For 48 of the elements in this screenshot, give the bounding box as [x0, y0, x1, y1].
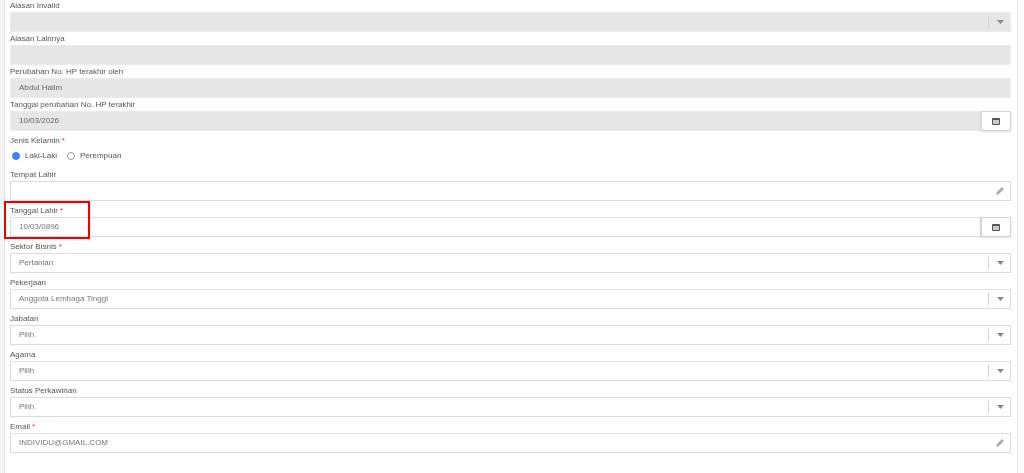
calendar-button[interactable] [981, 111, 1011, 131]
dropdown-trigger[interactable] [988, 329, 1006, 341]
select-field[interactable]: Anggota Lembaga Tinggi [10, 289, 1011, 309]
caret-icon [997, 333, 1004, 337]
caret-icon [997, 297, 1004, 301]
field-label: Tempat Lahir [10, 170, 57, 180]
dropdown-trigger[interactable] [988, 257, 1006, 269]
input-field[interactable] [10, 181, 1011, 201]
input-field: Abdul Halim [10, 78, 1011, 98]
field-label: Agama [10, 350, 36, 360]
date-field: 10/03/2026 [10, 111, 981, 131]
field-label: Pekerjaan [10, 278, 47, 288]
caret-icon [997, 20, 1004, 24]
radio-button[interactable] [67, 152, 75, 160]
caret-icon [997, 369, 1004, 373]
calendar-button[interactable] [981, 217, 1011, 237]
field-label: Status Perkawinan [10, 386, 77, 396]
field-label: Jenis Kelamin [10, 136, 60, 146]
select-field[interactable]: Pilih [10, 361, 1011, 381]
required-mark: * [61, 136, 65, 146]
radio-label: Laki-Laki [25, 150, 57, 162]
required-mark: * [60, 206, 64, 216]
field-label: Perubahan No. HP terakhir oleh [10, 67, 124, 77]
dropdown-trigger[interactable] [988, 293, 1006, 305]
radio-button[interactable] [12, 152, 20, 160]
dropdown-trigger[interactable] [988, 365, 1006, 377]
field-label: Alasan Lainnya [10, 34, 65, 44]
pencil-icon [996, 187, 1004, 195]
input-field[interactable]: INDIVIDU@GMAIL.COM [10, 433, 1011, 453]
required-mark: * [58, 242, 62, 252]
field-label: Tanggal perubahan No. HP terakhir [10, 100, 136, 110]
select-field[interactable]: Pilih [10, 325, 1011, 345]
radio-label: Perempuan [80, 150, 122, 162]
date-field[interactable]: 10/03/0896 [10, 217, 981, 237]
caret-icon [997, 405, 1004, 409]
pencil-icon [996, 439, 1004, 447]
field-label: Sektor Bisnis [10, 242, 57, 252]
dropdown-trigger[interactable] [988, 401, 1006, 413]
field-label: Tanggal Lahir [10, 206, 59, 216]
required-mark: * [32, 422, 36, 432]
caret-icon [997, 261, 1004, 265]
calendar-icon [992, 117, 1000, 125]
calendar-icon [992, 223, 1000, 231]
field-label: Jabatan [10, 314, 39, 324]
field-label: Email [10, 422, 30, 432]
field-label: Alasan Invalid [10, 1, 60, 11]
select-field[interactable]: Pertanian [10, 253, 1011, 273]
select-field[interactable]: Pilih [10, 397, 1011, 417]
